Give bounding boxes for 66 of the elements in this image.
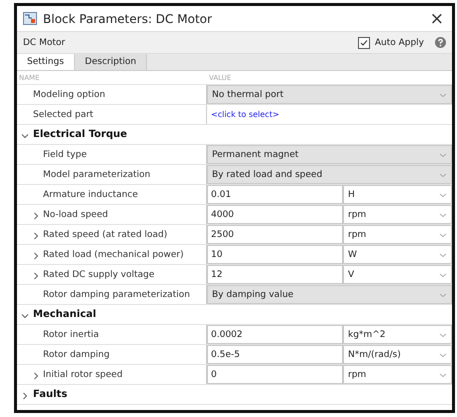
parameter-name: Rotor damping <box>43 350 110 360</box>
collapse-chevron-icon[interactable] <box>21 132 29 140</box>
value-dropdown[interactable]: Permanent magnet <box>207 145 452 164</box>
value-input[interactable]: 0.5e-5 <box>207 345 343 364</box>
caret-icon <box>439 370 447 378</box>
help-icon[interactable] <box>435 37 446 48</box>
value-input[interactable]: 4000 <box>207 205 343 224</box>
expand-chevron-icon[interactable] <box>32 272 40 280</box>
parameter-name: Field type <box>43 150 87 160</box>
expand-chevron-icon[interactable] <box>32 212 40 220</box>
parameter-name: Rotor damping parameterization <box>43 290 190 300</box>
tab[interactable]: Description <box>74 54 148 70</box>
unit-dropdown[interactable]: kg*m^2 <box>343 325 452 344</box>
parameter-name: Selected part <box>33 110 94 120</box>
value-dropdown[interactable]: By rated load and speed <box>207 165 452 184</box>
expand-chevron-icon[interactable] <box>32 252 40 260</box>
caret-icon <box>439 150 447 158</box>
caret-icon <box>439 270 447 278</box>
value-input[interactable]: 10 <box>207 245 343 264</box>
unit-dropdown[interactable]: rpm <box>343 365 452 384</box>
parameter-name: No-load speed <box>43 210 108 220</box>
collapse-chevron-icon[interactable] <box>21 312 29 320</box>
parameter-name: Rated load (mechanical power) <box>43 250 184 260</box>
value-input[interactable]: 0.01 <box>207 185 343 204</box>
value-dropdown[interactable]: No thermal port <box>207 85 452 104</box>
value-input[interactable]: 0.0002 <box>207 325 343 344</box>
section-title: Electrical Torque <box>33 129 128 140</box>
section-title: Mechanical <box>33 309 96 320</box>
section-title: Faults <box>33 389 68 400</box>
parameter-name: Armature inductance <box>43 190 138 200</box>
auto-apply-label: Auto Apply <box>374 38 424 48</box>
value-input[interactable]: 0 <box>207 365 343 384</box>
expand-chevron-icon[interactable] <box>32 232 40 240</box>
parameter-name: Modeling option <box>33 90 106 100</box>
parameter-name: Model parameterization <box>43 170 150 180</box>
tab[interactable]: Settings <box>17 54 75 70</box>
block-name: DC Motor <box>23 38 66 48</box>
unit-dropdown[interactable]: N*m/(rad/s) <box>343 345 452 364</box>
parameter-name: Rated speed (at rated load) <box>43 230 168 240</box>
unit-dropdown[interactable]: rpm <box>343 205 452 224</box>
app-icon <box>23 12 37 25</box>
caret-icon <box>439 250 447 258</box>
caret-icon <box>439 230 447 238</box>
caret-icon <box>439 210 447 218</box>
unit-dropdown[interactable]: W <box>343 245 452 264</box>
close-button[interactable]: × <box>428 8 446 28</box>
window-title: Block Parameters: DC Motor <box>43 12 213 26</box>
parameter-name: Rotor inertia <box>43 330 99 340</box>
caret-icon <box>439 290 447 298</box>
auto-apply-checkbox[interactable] <box>358 36 370 48</box>
caret-icon <box>439 190 447 198</box>
value-input[interactable]: 2500 <box>207 225 343 244</box>
value-input[interactable]: 12 <box>207 265 343 284</box>
select-part-link[interactable]: <click to select> <box>207 110 452 119</box>
parameter-name: Initial rotor speed <box>43 370 123 380</box>
unit-dropdown[interactable]: rpm <box>343 225 452 244</box>
value-dropdown[interactable]: By damping value <box>207 285 452 304</box>
caret-icon <box>439 90 447 98</box>
unit-dropdown[interactable]: V <box>343 265 452 284</box>
unit-dropdown[interactable]: H <box>343 185 452 204</box>
caret-icon <box>439 330 447 338</box>
expand-chevron-icon[interactable] <box>32 372 40 380</box>
expand-chevron-icon[interactable] <box>21 392 29 400</box>
caret-icon <box>439 170 447 178</box>
caret-icon <box>439 350 447 358</box>
parameter-name: Rated DC supply voltage <box>43 270 154 280</box>
